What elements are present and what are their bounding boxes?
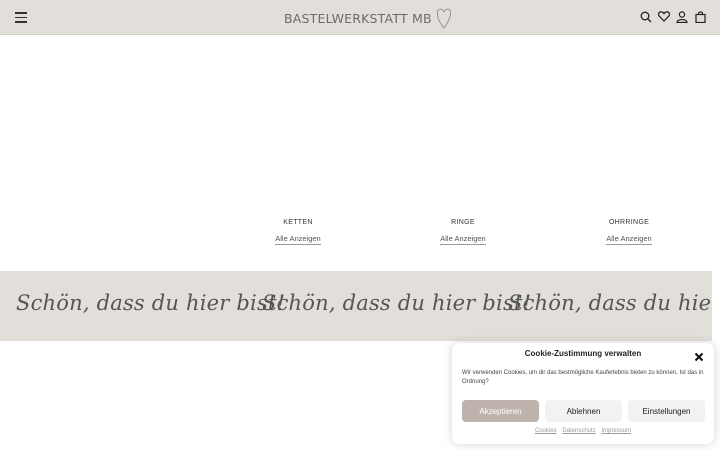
category-ketten: KETTEN Alle Anzeigen	[238, 218, 358, 246]
category-ohrringe: OHRRINGE Alle Anzeigen	[569, 218, 689, 246]
category-link-ringe[interactable]: Alle Anzeigen	[440, 234, 486, 245]
category-title: KETTEN	[283, 219, 313, 226]
cookie-title: Cookie-Zustimmung verwalten	[524, 349, 642, 358]
category-title: OHRRINGE	[608, 219, 650, 226]
banner-text: Schön, dass du hier bist!	[16, 291, 286, 315]
cookie-message: Wir verwenden Cookies, um dir das bestmö…	[462, 370, 704, 385]
banner-text: Schön, dass du hier bist!	[508, 291, 712, 315]
user-icon[interactable]	[676, 10, 688, 23]
imprint-link[interactable]: Impressum	[601, 428, 631, 434]
deny-button[interactable]: Ablehnen	[545, 400, 622, 422]
site-logo[interactable]: BASTELWERKSTATT MB	[284, 6, 452, 30]
category-link-ohrringe[interactable]: Alle Anzeigen	[606, 234, 652, 245]
bag-icon[interactable]	[694, 10, 706, 23]
cookie-links: Cookies Datenschutz Impressum	[452, 428, 714, 434]
category-row: KETTEN Alle Anzeigen RINGE Alle Anzeigen…	[0, 218, 720, 245]
cookie-consent-dialog: Cookie-Zustimmung verwalten Wir verwende…	[452, 343, 714, 444]
category-ringe: RINGE Alle Anzeigen	[403, 218, 523, 246]
settings-button[interactable]: Einstellungen	[628, 400, 705, 422]
welcome-banner: Schön, dass du hier bist! Schön, dass du…	[0, 271, 712, 341]
heart-icon[interactable]	[658, 10, 670, 23]
heart-logo-icon	[436, 8, 451, 29]
category-title: RINGE	[451, 219, 475, 226]
header-icon-bar	[640, 10, 706, 23]
cookies-link[interactable]: Cookies	[535, 428, 557, 434]
banner-text: Schön, dass du hier bist!	[262, 291, 532, 315]
menu-icon[interactable]	[15, 12, 27, 23]
close-icon[interactable]	[694, 349, 704, 362]
privacy-link[interactable]: Datenschutz	[562, 428, 595, 434]
category-link-ketten[interactable]: Alle Anzeigen	[275, 234, 321, 245]
logo-text: BASTELWERKSTATT MB	[284, 10, 432, 26]
site-header: BASTELWERKSTATT MB	[0, 0, 720, 35]
accept-button[interactable]: Akzeptieren	[462, 400, 539, 422]
search-icon[interactable]	[640, 10, 652, 23]
